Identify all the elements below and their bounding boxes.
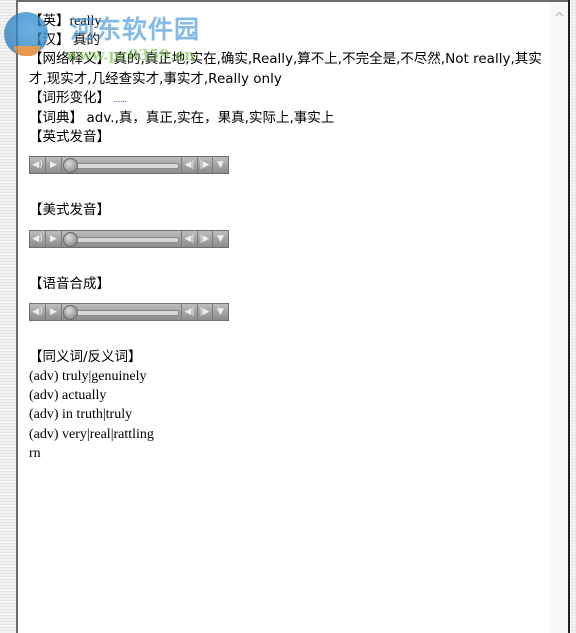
dictionary-value: adv.,真，真正,实在，果真,实际上,事实上 [86, 110, 335, 127]
left-border [16, 0, 18, 633]
previous-icon[interactable]: ◀| [181, 303, 198, 320]
menu-dropdown-icon[interactable]: ▼ [213, 231, 228, 247]
speech-synthesis-label: 【语音合成】 [29, 275, 110, 292]
left-panel [0, 0, 16, 633]
volume-icon[interactable]: ◀) [30, 303, 46, 320]
seek-thumb[interactable] [63, 231, 78, 247]
seek-track[interactable] [65, 163, 179, 170]
tts-audio-player[interactable]: ◀) ▶ ◀| |▶ ▼ [29, 302, 229, 321]
play-icon[interactable]: ▶ [46, 230, 62, 247]
english-word-line: 【英】really [29, 12, 547, 31]
play-icon[interactable]: ▶ [46, 157, 62, 174]
synonym-item: (adv) in truth|truly [29, 407, 133, 423]
chinese-label: 【汉】 [29, 32, 70, 49]
web-definition: 【网络释义】 真的,真正地,实在,确实,Really,算不上,不完全是,不尽然,… [29, 50, 547, 88]
synonyms-label: 【同义词/反义词】 [29, 348, 142, 365]
previous-icon[interactable]: ◀| [181, 157, 198, 174]
synonym-item: (adv) actually [29, 388, 107, 404]
volume-icon[interactable]: ◀) [30, 230, 46, 247]
dictionary-entry: 【英】really 【汉】 真的 【网络释义】 真的,真正地,实在,确实,Rea… [29, 12, 547, 463]
web-definition-label: 【网络释义】 [29, 51, 110, 68]
right-border [568, 0, 570, 633]
top-border [18, 0, 568, 2]
synonym-item: (adv) very|real|rattling [29, 426, 154, 442]
seek-thumb[interactable] [63, 158, 78, 174]
synonym-item: (adv) truly|genuinely [29, 369, 147, 385]
seek-track[interactable] [65, 236, 179, 243]
dictionary-line: 【词典】 adv.,真，真正,实在，果真,实际上,事实上 [29, 109, 547, 128]
play-icon[interactable]: ▶ [46, 303, 62, 320]
seek-track[interactable] [65, 309, 179, 316]
chinese-line: 【汉】 真的 [29, 31, 547, 50]
english-label: 【英】 [29, 13, 70, 29]
right-panel [571, 0, 576, 633]
next-icon[interactable]: |▶ [197, 157, 213, 174]
scroll-up-icon[interactable]: ^ [551, 12, 568, 26]
word-forms-value: ...... [113, 93, 128, 104]
previous-icon[interactable]: ◀| [181, 230, 198, 247]
english-word: really [69, 14, 102, 29]
word-forms-label: 【词形变化】 [29, 89, 110, 106]
next-icon[interactable]: |▶ [197, 303, 213, 320]
chinese-value: 真的 [73, 32, 100, 49]
next-icon[interactable]: |▶ [197, 230, 213, 247]
volume-icon[interactable]: ◀) [30, 157, 46, 174]
us-pronunciation-label: 【美式发音】 [29, 202, 110, 219]
word-forms-line: 【词形变化】 ...... [29, 89, 547, 109]
us-audio-player[interactable]: ◀) ▶ ◀| |▶ ▼ [29, 229, 229, 248]
dictionary-label: 【词典】 [29, 110, 83, 127]
uk-pronunciation-label: 【英式发音】 [29, 129, 110, 146]
seek-thumb[interactable] [63, 304, 78, 320]
uk-audio-player[interactable]: ◀) ▶ ◀| |▶ ▼ [29, 156, 229, 175]
menu-dropdown-icon[interactable]: ▼ [213, 157, 228, 173]
menu-dropdown-icon[interactable]: ▼ [213, 304, 228, 320]
synonym-item: rn [29, 445, 41, 461]
vertical-scrollbar[interactable]: ^ [551, 2, 568, 633]
